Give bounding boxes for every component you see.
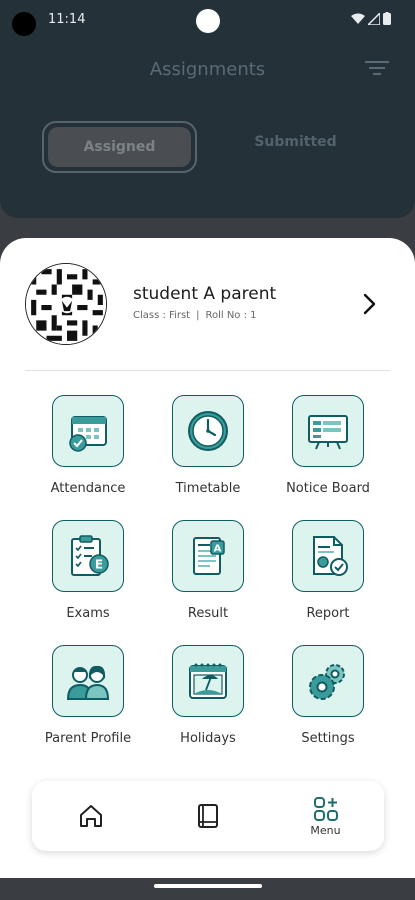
menu-grid-icon bbox=[313, 796, 338, 821]
parents-icon bbox=[52, 645, 124, 717]
profile-name: student A parent bbox=[133, 284, 277, 304]
menu-item-label: Attendance bbox=[50, 481, 126, 496]
divider bbox=[25, 370, 390, 371]
camera-punch-hole bbox=[196, 9, 220, 33]
page-title: Assignments bbox=[149, 59, 266, 80]
menu-item-label: Notice Board bbox=[286, 481, 370, 496]
menu-item-label: Timetable bbox=[175, 481, 241, 496]
nav-home[interactable] bbox=[32, 781, 149, 851]
nav-book[interactable] bbox=[149, 781, 266, 851]
book-icon bbox=[197, 804, 218, 828]
result-document-icon: A bbox=[172, 520, 244, 592]
battery-icon bbox=[383, 12, 391, 25]
menu-item-exams[interactable]: E Exams bbox=[28, 520, 148, 621]
status-time: 11:14 bbox=[48, 12, 86, 27]
tab-assigned[interactable]: Assigned bbox=[42, 121, 197, 173]
menu-item-result[interactable]: A Result bbox=[148, 520, 268, 621]
signal-icon bbox=[368, 12, 380, 25]
bottom-nav: Menu bbox=[32, 781, 384, 851]
profile-qr-avatar[interactable] bbox=[25, 263, 107, 345]
status-icons bbox=[351, 12, 391, 25]
gesture-home-bar[interactable] bbox=[154, 884, 262, 888]
exam-clipboard-icon: E bbox=[52, 520, 124, 592]
menu-item-settings[interactable]: Settings bbox=[268, 645, 388, 746]
menu-item-label: Result bbox=[187, 606, 229, 621]
menu-item-holidays[interactable]: Holidays bbox=[148, 645, 268, 746]
filter-icon[interactable] bbox=[365, 59, 389, 81]
svg-text:E: E bbox=[95, 558, 103, 572]
calendar-check-icon bbox=[52, 395, 124, 467]
home-icon bbox=[79, 805, 102, 827]
menu-item-notice-board[interactable]: Notice Board bbox=[268, 395, 388, 496]
svg-text:A: A bbox=[214, 544, 222, 555]
profile-meta: Class : First | Roll No : 1 bbox=[133, 310, 257, 321]
menu-item-parent-profile[interactable]: Parent Profile bbox=[28, 645, 148, 746]
screen: 11:14 Assignments Assigned Submitted stu… bbox=[0, 0, 415, 900]
camera-dot-icon bbox=[12, 12, 36, 36]
profile-roll: Roll No : 1 bbox=[205, 310, 257, 321]
tab-submitted[interactable]: Submitted bbox=[218, 134, 373, 150]
chevron-right-icon[interactable] bbox=[362, 292, 378, 320]
holiday-calendar-icon bbox=[172, 645, 244, 717]
meta-separator: | bbox=[196, 310, 200, 321]
profile-class: Class : First bbox=[133, 310, 191, 321]
gears-icon bbox=[292, 645, 364, 717]
menu-item-report[interactable]: Report bbox=[268, 520, 388, 621]
menu-item-label: Parent Profile bbox=[44, 731, 132, 746]
nav-menu[interactable]: Menu bbox=[267, 781, 384, 851]
menu-item-label: Exams bbox=[66, 606, 110, 621]
menu-item-label: Holidays bbox=[180, 731, 236, 746]
menu-item-label: Report bbox=[306, 606, 350, 621]
tab-assigned-label: Assigned bbox=[48, 127, 191, 167]
clock-icon bbox=[172, 395, 244, 467]
notice-board-icon bbox=[292, 395, 364, 467]
report-icon bbox=[292, 520, 364, 592]
menu-item-timetable[interactable]: Timetable bbox=[148, 395, 268, 496]
wifi-icon bbox=[351, 13, 365, 24]
menu-item-label: Settings bbox=[301, 731, 355, 746]
nav-menu-label: Menu bbox=[310, 823, 341, 837]
menu-item-attendance[interactable]: Attendance bbox=[28, 395, 148, 496]
